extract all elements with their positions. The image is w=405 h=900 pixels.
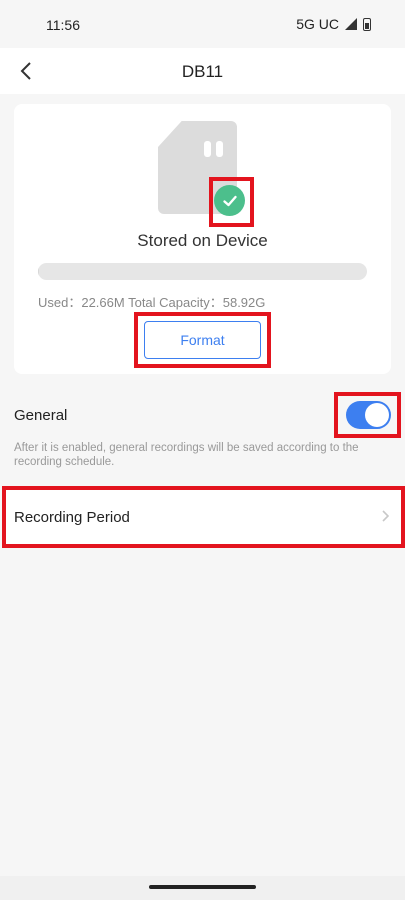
recording-period-row[interactable]: Recording Period — [6, 490, 401, 544]
toggle-knob — [365, 403, 389, 427]
status-indicators: 5G UC — [296, 16, 371, 32]
storage-usage-bar — [38, 263, 367, 280]
format-button[interactable]: Format — [144, 321, 261, 359]
home-indicator[interactable] — [149, 885, 256, 889]
check-circle-icon — [214, 185, 245, 216]
battery-icon — [363, 17, 371, 31]
sd-card-slot — [216, 141, 223, 157]
top-app-bar: DB11 — [0, 48, 405, 94]
status-bar: 11:56 5G UC — [0, 0, 405, 48]
chevron-right-icon — [382, 510, 390, 522]
recording-period-label: Recording Period — [14, 509, 130, 526]
signal-icon — [345, 18, 357, 30]
status-time: 11:56 — [46, 17, 80, 33]
storage-status-label: Stored on Device — [137, 231, 268, 250]
general-toggle[interactable] — [346, 401, 391, 429]
storage-usage-text: Used：22.66M Total Capacity：58.92G — [38, 295, 266, 310]
system-nav-bar — [0, 876, 405, 900]
sd-card-slot — [204, 141, 211, 157]
general-label: General — [14, 407, 68, 424]
page-title: DB11 — [181, 62, 224, 81]
network-label: 5G UC — [296, 16, 339, 32]
general-description: After it is enabled, general recordings … — [14, 442, 359, 468]
